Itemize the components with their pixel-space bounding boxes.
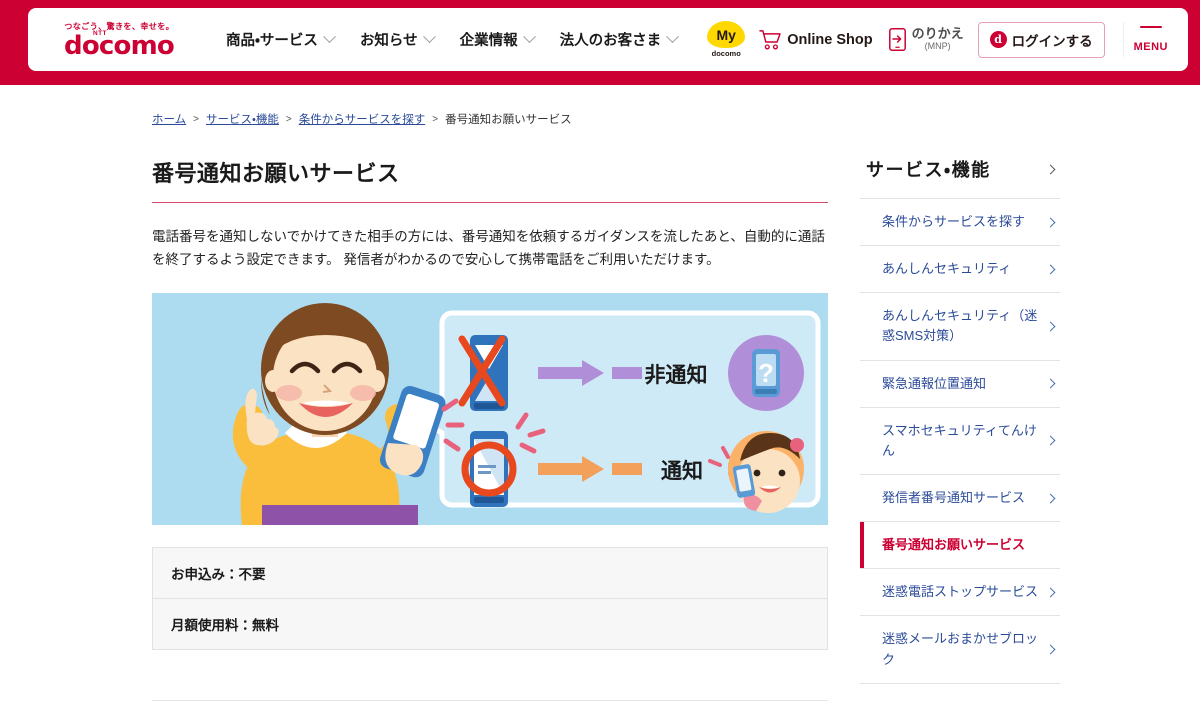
illustration-graphic: 非通知 ? 通知 (152, 293, 828, 526)
unknown-mark: ? (758, 358, 774, 388)
sidebar-item-caller-id-service[interactable]: 発信者番号通知サービス (860, 475, 1060, 523)
docomo-logo[interactable]: つなごう、驚きを、幸せを。 NTT docomo (44, 20, 194, 59)
chevron-down-icon (666, 30, 680, 44)
chevron-right-icon (1045, 264, 1056, 275)
unknown-caller-avatar: ? (728, 335, 804, 412)
service-info-table: お申込み：不要 月額使用料：無料 (152, 547, 828, 651)
breadcrumb-separator: > (432, 113, 439, 125)
mnp-sublabel: (MNP) (924, 41, 951, 52)
mnp-button[interactable]: のりかえ (MNP) (888, 25, 964, 52)
chevron-right-icon (1045, 378, 1056, 389)
menu-button-label: MENU (1133, 41, 1168, 53)
nav-item-label: お知らせ (359, 33, 418, 49)
sidebar-item-label: あんしんセキュリティ（迷惑SMS対策） (882, 308, 1038, 344)
page-title: 番号通知お願いサービス (152, 156, 828, 203)
mnp-text-block: のりかえ (MNP) (911, 25, 964, 52)
logo-wordmark: NTT docomo (64, 30, 175, 61)
breadcrumb-separator: > (193, 113, 199, 125)
nav-item-corporate-info[interactable]: 企業情報 (459, 29, 536, 50)
sidebar-item-nuisance-call-stop[interactable]: 迷惑電話ストップサービス (860, 569, 1060, 617)
chevron-right-icon (1045, 587, 1056, 598)
nav-item-news[interactable]: お知らせ (359, 29, 436, 50)
sidebar-item-number-notification-request[interactable]: 番号通知お願いサービス (860, 522, 1060, 570)
mydocomo-badge-label: My (707, 21, 746, 48)
sidebar-item-label: 緊急通報位置通知 (882, 375, 987, 391)
info-row-monthly-fee: 月額使用料：無料 (153, 598, 827, 649)
info-row-application: お申込み：不要 (171, 567, 266, 583)
login-button[interactable]: d ログインする (977, 21, 1105, 58)
sidebar-item-label: あんしんセキュリティ (882, 261, 1012, 277)
breadcrumb-item-search-by-condition[interactable]: 条件からサービスを探す (299, 111, 426, 127)
breadcrumb-item-current: 番号通知お願いサービス (445, 114, 572, 126)
sidebar-item-label: 迷惑メールおまかせブロック (882, 631, 1039, 667)
breadcrumb-separator: > (285, 113, 292, 125)
d-account-icon: d (989, 31, 1007, 48)
breadcrumb-item-home[interactable]: ホーム (152, 111, 186, 127)
online-shop-label: Online Shop (787, 31, 873, 48)
sidebar-item-smartphone-security-check[interactable]: スマホセキュリティてんけん (860, 408, 1060, 475)
nav-item-label: 法人のお客さま (559, 33, 662, 49)
hamburger-icon (1139, 26, 1162, 41)
sidebar-item-emergency-location[interactable]: 緊急通報位置通知 (860, 361, 1060, 408)
service-illustration: 非通知 ? 通知 (152, 293, 828, 526)
header-utilities: My docomo Online Shop のりかえ (MNP) d ログインす… (707, 21, 1178, 58)
logo-docomo-text: docomo (64, 31, 175, 61)
chevron-right-icon (1045, 493, 1056, 503)
sidebar-item-anshin-security[interactable]: あんしんセキュリティ (860, 246, 1060, 294)
mydocomo-sub-label: docomo (711, 49, 741, 58)
nav-item-business[interactable]: 法人のお客さま (559, 29, 680, 50)
main-content: 番号通知お願いサービス 電話番号を通知しないでかけてきた相手の方には、番号通知を… (152, 156, 828, 702)
chevron-right-icon (1045, 644, 1056, 655)
global-navigation: 商品・サービス お知らせ 企業情報 法人のお客さま (226, 29, 703, 50)
login-button-label: ログインする (1011, 33, 1093, 49)
page-description: 電話番号を通知しないでかけてきた相手の方には、番号通知を依頼するガイダンスを流し… (152, 229, 825, 268)
mydocomo-button[interactable]: My docomo (707, 21, 746, 58)
menu-button[interactable]: MENU (1122, 22, 1178, 57)
blocked-label: 非通知 (645, 363, 708, 387)
chevron-right-icon (1045, 435, 1056, 446)
site-header: つなごう、驚きを、幸せを。 NTT docomo 商品・サービス お知らせ 企業… (0, 0, 1200, 85)
sidebar-item-search-by-condition[interactable]: 条件からサービスを探す (860, 199, 1060, 247)
shopping-cart-icon (759, 29, 781, 49)
notified-label: 通知 (661, 459, 703, 483)
sidebar-item-label: 番号通知お願いサービス (882, 537, 1026, 553)
sidebar-item-anshin-security-sms[interactable]: あんしんセキュリティ（迷惑SMS対策） (860, 293, 1060, 361)
content-divider (152, 700, 828, 702)
sidebar-title[interactable]: サービス・機能 (860, 156, 1060, 199)
sidebar: サービス・機能 条件からサービスを探す あんしんセキュリティ あんしんセキュリテ… (860, 156, 1060, 701)
sidebar-item-label: スマホセキュリティてんけん (882, 422, 1037, 458)
sidebar-item-label: 迷惑電話ストップサービス (882, 584, 1039, 600)
chevron-right-icon (1045, 164, 1056, 174)
sidebar-list: 条件からサービスを探す あんしんセキュリティ あんしんセキュリティ（迷惑SMS対… (860, 199, 1060, 684)
page-body: 番号通知お願いサービス 電話番号を通知しないでかけてきた相手の方には、番号通知を… (0, 127, 1200, 702)
phone-transfer-icon (888, 28, 906, 51)
online-shop-button[interactable]: Online Shop (759, 29, 873, 50)
sidebar-item-spam-mail-block[interactable]: 迷惑メールおまかせブロック (860, 616, 1060, 684)
mnp-label: のりかえ (911, 25, 964, 41)
chevron-down-icon (422, 30, 436, 44)
sidebar-item-label: 発信者番号通知サービス (882, 489, 1026, 505)
sidebar-title-label: サービス・機能 (866, 160, 991, 180)
nav-item-products[interactable]: 商品・サービス (226, 29, 336, 50)
chevron-down-icon (522, 30, 536, 44)
logo-ntt-text: NTT (93, 30, 107, 37)
nav-item-label: 商品・サービス (226, 33, 318, 49)
breadcrumb-item-services[interactable]: サービス・機能 (206, 111, 279, 127)
chevron-down-icon (323, 30, 336, 44)
chevron-right-icon (1045, 217, 1056, 228)
chevron-right-icon (1045, 321, 1056, 332)
breadcrumb: ホーム > サービス・機能 > 条件からサービスを探す > 番号通知お願いサービ… (0, 85, 1200, 127)
header-inner: つなごう、驚きを、幸せを。 NTT docomo 商品・サービス お知らせ 企業… (28, 8, 1188, 71)
sidebar-item-label: 条件からサービスを探す (882, 214, 1026, 229)
nav-item-label: 企業情報 (459, 33, 518, 49)
